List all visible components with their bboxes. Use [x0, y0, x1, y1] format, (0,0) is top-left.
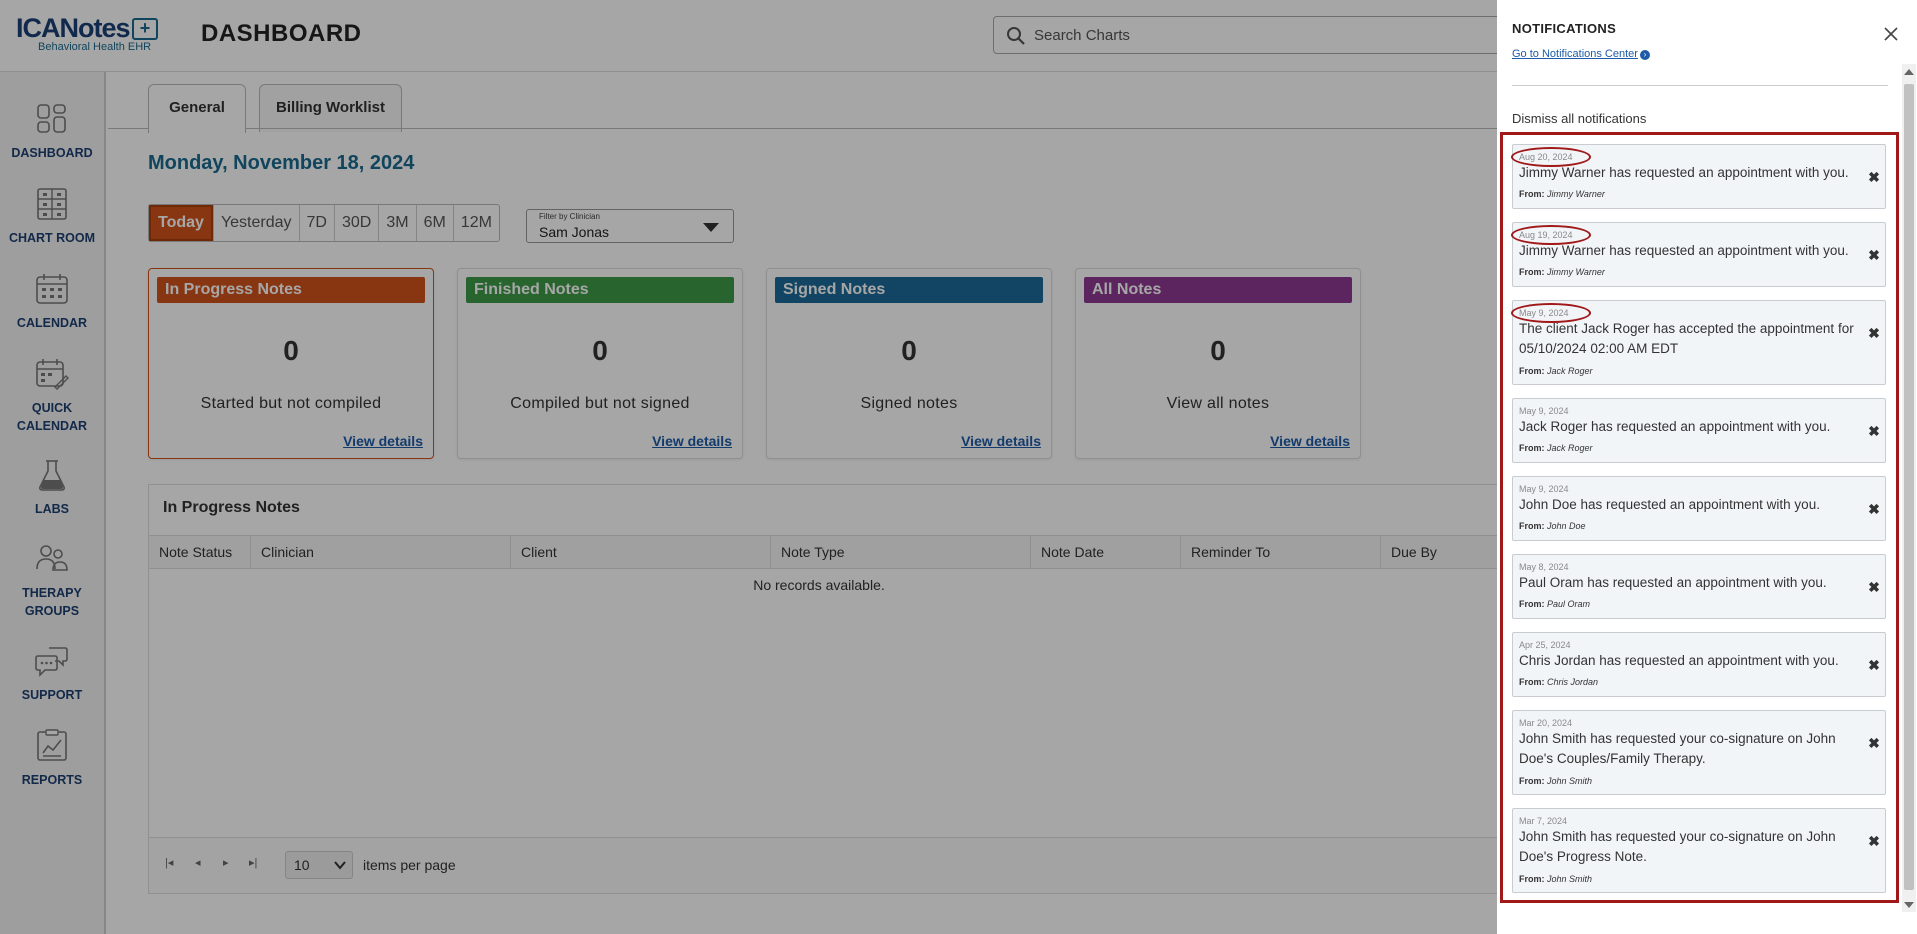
notification-sender: John Doe: [1547, 521, 1586, 531]
notification-sender: Jimmy Warner: [1547, 267, 1605, 277]
modal-backdrop[interactable]: [0, 0, 1497, 934]
notification-from: From: Jimmy Warner: [1519, 267, 1605, 277]
notification-item[interactable]: Aug 20, 2024 Jimmy Warner has requested …: [1511, 144, 1886, 209]
notification-sender: Paul Oram: [1547, 599, 1591, 609]
notification-sender: John Smith: [1547, 874, 1593, 884]
notification-from: From: Jack Roger: [1519, 443, 1593, 453]
notification-from: From: John Doe: [1519, 521, 1586, 531]
notifications-title: NOTIFICATIONS: [1512, 21, 1617, 36]
divider: [1512, 85, 1888, 86]
notification-from: From: John Smith: [1519, 874, 1593, 884]
scroll-up-icon[interactable]: [1904, 69, 1914, 75]
notification-date: Aug 20, 2024: [1519, 152, 1573, 162]
scroll-thumb[interactable]: [1904, 84, 1914, 890]
notification-date: May 9, 2024: [1519, 308, 1569, 318]
notification-date: Mar 7, 2024: [1519, 816, 1568, 826]
dismiss-notification-icon[interactable]: ✖: [1867, 736, 1881, 750]
notification-sender: Jack Roger: [1547, 366, 1593, 376]
notification-from: From: Jack Roger: [1519, 366, 1593, 376]
notifications-panel: NOTIFICATIONS Go to Notifications Center…: [1497, 0, 1917, 934]
dismiss-notification-icon[interactable]: ✖: [1867, 580, 1881, 594]
notification-message: Jimmy Warner has requested an appointmen…: [1519, 243, 1849, 258]
notification-from: From: John Smith: [1519, 776, 1593, 786]
notification-message: John Doe has requested an appointment wi…: [1519, 497, 1820, 512]
dismiss-notification-icon[interactable]: ✖: [1867, 326, 1881, 340]
notification-sender: Chris Jordan: [1547, 677, 1599, 687]
notification-message: Paul Oram has requested an appointment w…: [1519, 575, 1827, 590]
dismiss-notification-icon[interactable]: ✖: [1867, 502, 1881, 516]
notification-item[interactable]: May 9, 2024 John Doe has requested an ap…: [1512, 476, 1886, 541]
notification-date: May 9, 2024: [1519, 406, 1569, 416]
close-icon[interactable]: [1883, 26, 1899, 42]
notification-item[interactable]: Mar 7, 2024 John Smith has requested you…: [1512, 808, 1886, 893]
notification-item[interactable]: May 9, 2024 The client Jack Roger has ac…: [1511, 300, 1886, 385]
scroll-down-icon[interactable]: [1904, 902, 1914, 908]
notification-message: The client Jack Roger has accepted the a…: [1519, 321, 1854, 356]
arrow-right-circle-icon: ›: [1639, 50, 1650, 60]
notifications-center-link[interactable]: Go to Notifications Center ›: [1512, 48, 1650, 60]
dismiss-notification-icon[interactable]: ✖: [1867, 658, 1881, 672]
notification-date: Aug 19, 2024: [1519, 230, 1573, 240]
dismiss-notification-icon[interactable]: ✖: [1867, 170, 1881, 184]
dismiss-notification-icon[interactable]: ✖: [1867, 248, 1881, 262]
dismiss-notification-icon[interactable]: ✖: [1867, 424, 1881, 438]
notification-from: From: Paul Oram: [1519, 599, 1591, 609]
notification-item[interactable]: Apr 25, 2024 Chris Jordan has requested …: [1512, 632, 1886, 697]
notification-sender: John Smith: [1547, 776, 1593, 786]
notification-sender: Jimmy Warner: [1547, 189, 1605, 199]
notifications-scrollbar[interactable]: [1902, 64, 1916, 912]
notification-from: From: Jimmy Warner: [1519, 189, 1605, 199]
notification-from: From: Chris Jordan: [1519, 677, 1599, 687]
notification-item[interactable]: May 8, 2024 Paul Oram has requested an a…: [1512, 554, 1886, 619]
notification-sender: Jack Roger: [1547, 443, 1593, 453]
notification-date: May 8, 2024: [1519, 562, 1569, 572]
notification-item[interactable]: Aug 19, 2024 Jimmy Warner has requested …: [1511, 222, 1886, 287]
dismiss-notification-icon[interactable]: ✖: [1867, 834, 1881, 848]
notification-message: John Smith has requested your co-signatu…: [1519, 731, 1836, 766]
notification-message: John Smith has requested your co-signatu…: [1519, 829, 1836, 864]
notification-date: Mar 20, 2024: [1519, 718, 1573, 728]
notifications-center-label: Go to Notifications Center: [1512, 48, 1638, 60]
notification-item[interactable]: Mar 20, 2024 John Smith has requested yo…: [1512, 710, 1886, 795]
notification-message: Chris Jordan has requested an appointmen…: [1519, 653, 1839, 668]
notification-message: Jimmy Warner has requested an appointmen…: [1519, 165, 1849, 180]
notification-date: Apr 25, 2024: [1519, 640, 1571, 650]
notification-date: May 9, 2024: [1519, 484, 1569, 494]
notification-item[interactable]: May 9, 2024 Jack Roger has requested an …: [1512, 398, 1886, 463]
notification-message: Jack Roger has requested an appointment …: [1519, 419, 1831, 434]
dismiss-all-button[interactable]: Dismiss all notifications: [1512, 111, 1646, 126]
